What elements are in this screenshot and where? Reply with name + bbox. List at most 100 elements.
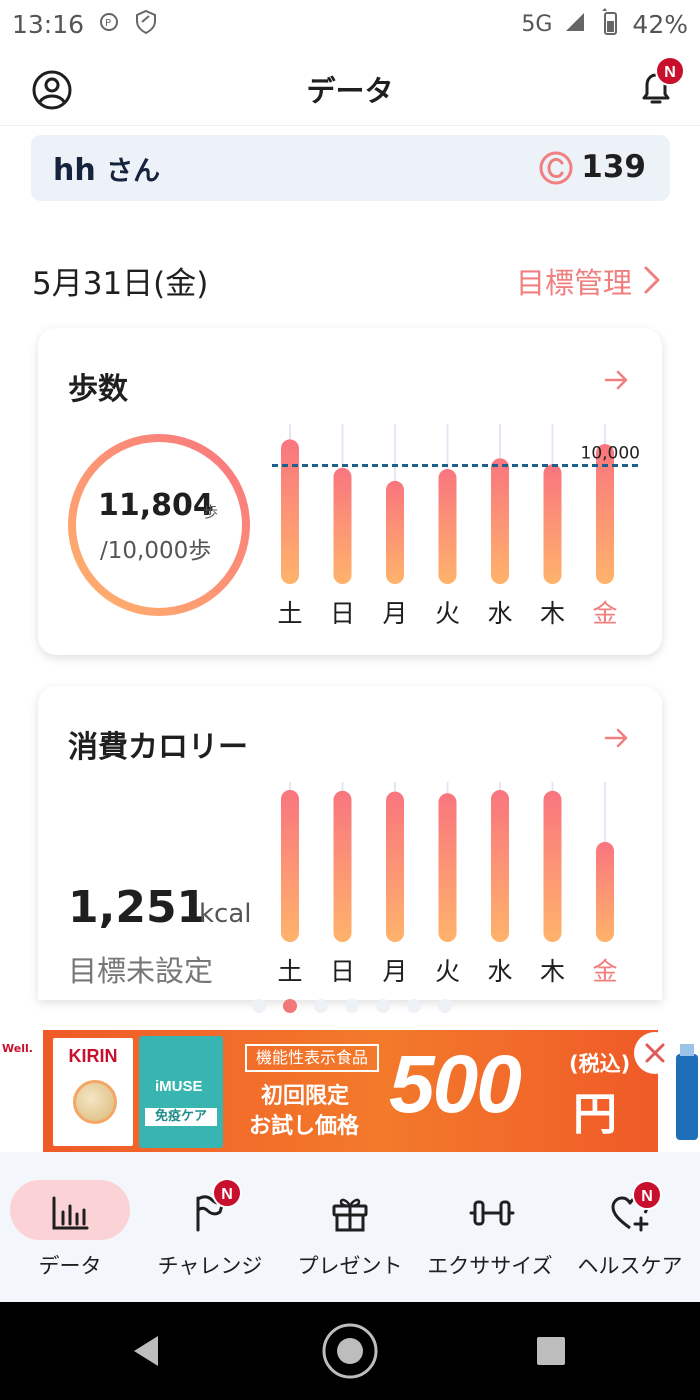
ad-currency: 円: [573, 1089, 617, 1140]
battery-icon: [598, 8, 620, 40]
calories-day-label: 日: [330, 957, 355, 986]
goal-management-link[interactable]: 目標管理: [516, 260, 632, 302]
steps-bar: [491, 458, 509, 584]
svg-text:P: P: [105, 18, 111, 29]
steps-card[interactable]: 歩数 11,804 歩 /10,000歩 土日月火水木金 10,000: [38, 328, 662, 655]
ad-tag: 機能性表示食品: [245, 1044, 379, 1072]
steps-day-label: 水: [487, 599, 512, 628]
steps-goal: /10,000歩: [100, 538, 212, 564]
calories-bar: [333, 790, 352, 942]
calories-day-label: 金: [592, 957, 617, 986]
carousel-dot[interactable]: [314, 999, 328, 1013]
nav-label-healthcare: ヘルスケア: [577, 1254, 683, 1278]
calories-unit: kcal: [199, 899, 252, 929]
status-bar: 13:16 P 5G 42%: [0, 0, 700, 48]
nav-label-data: データ: [38, 1254, 102, 1278]
signal-icon: [564, 11, 586, 37]
ad-left-text: Well.: [2, 1042, 33, 1055]
calories-card-title: 消費カロリー: [68, 730, 248, 765]
nav-exercise[interactable]: エクササイズ: [420, 1172, 560, 1282]
nav-label-challenge: チャレンジ: [157, 1254, 263, 1278]
date-row: 5月31日(金) 目標管理: [32, 258, 672, 302]
nav-present[interactable]: プレゼント: [280, 1172, 420, 1282]
steps-day-label: 火: [435, 599, 460, 628]
steps-day-label: 木: [540, 599, 565, 628]
calories-day-label: 水: [487, 957, 512, 986]
calories-bar: [543, 790, 562, 942]
nav-data[interactable]: データ: [0, 1172, 140, 1282]
home-icon[interactable]: [320, 1321, 380, 1385]
app-header: データ: [0, 52, 700, 126]
calories-day-label: 土: [277, 957, 302, 986]
steps-progress-ring: [68, 434, 250, 616]
carousel-dot[interactable]: [407, 999, 421, 1013]
coin-icon: [538, 150, 574, 186]
calories-value: 1,251: [68, 882, 208, 933]
user-name-row: hh さん: [53, 149, 160, 188]
data-saver-icon: P: [96, 11, 122, 37]
gift-icon: [329, 1192, 371, 1234]
recents-icon[interactable]: [536, 1336, 566, 1370]
ad-banner[interactable]: Well. KIRIN iMUSE 免疫ケア 機能性表示食品 初回限定 お試し価…: [0, 1030, 700, 1152]
status-time: 13:16: [12, 9, 85, 39]
calories-bar: [386, 791, 404, 942]
carousel-dot[interactable]: [252, 999, 266, 1013]
calories-day-label: 月: [382, 957, 407, 986]
ad-tax: (税込): [569, 1052, 631, 1076]
network-type: 5G: [521, 11, 553, 37]
dumbbell-icon: [469, 1192, 515, 1234]
battery-percent: 42%: [632, 9, 688, 39]
ad-brand: KIRIN: [68, 1046, 118, 1066]
arrow-right-icon[interactable]: [604, 726, 630, 750]
steps-day-label: 土: [277, 599, 302, 628]
steps-value: 11,804: [98, 488, 214, 523]
bar-chart-icon: [49, 1192, 91, 1234]
steps-bar: [438, 469, 457, 584]
supplement-pill-icon: [73, 1080, 117, 1124]
shield-icon: [134, 9, 158, 39]
system-navigation-bar: [0, 1302, 700, 1400]
nav-challenge[interactable]: N チャレンジ: [140, 1172, 280, 1282]
carousel-dot[interactable]: [283, 999, 297, 1013]
arrow-right-icon[interactable]: [604, 368, 630, 392]
calories-bar: [491, 790, 509, 942]
calories-bar: [596, 841, 614, 942]
carousel-dot[interactable]: [345, 999, 359, 1013]
steps-bar: [281, 439, 299, 584]
nav-healthcare[interactable]: N ヘルスケア: [560, 1172, 700, 1282]
calories-card[interactable]: 消費カロリー 1,251 kcal 目標未設定 土日月火水木金: [38, 686, 662, 1000]
ad-close-button[interactable]: [634, 1032, 676, 1074]
carousel-dot[interactable]: [376, 999, 390, 1013]
close-icon: [645, 1043, 665, 1063]
calories-bar: [438, 793, 457, 942]
steps-goal-label: 10,000: [581, 443, 640, 463]
ad-product-name: iMUSE: [155, 1078, 203, 1095]
page-title: データ: [306, 74, 394, 108]
ad-product-image: iMUSE 免疫ケア: [139, 1036, 223, 1148]
ad-price: 500: [389, 1039, 522, 1130]
calories-day-label: 木: [540, 957, 565, 986]
steps-day-label: 日: [330, 599, 355, 628]
calories-goal-status: 目標未設定: [68, 954, 214, 988]
notification-badge: N: [655, 56, 685, 86]
ad-brand-box: KIRIN: [53, 1038, 133, 1146]
selected-date[interactable]: 5月31日(金): [32, 258, 208, 303]
nav-healthcare-badge: N: [632, 1180, 662, 1210]
ad-main[interactable]: KIRIN iMUSE 免疫ケア 機能性表示食品 初回限定 お試し価格 500 …: [43, 1030, 658, 1152]
carousel-dot[interactable]: [438, 999, 452, 1013]
ad-prev-slide: Well.: [0, 1030, 34, 1152]
steps-bar: [333, 467, 352, 584]
bottom-navigation: データ N チャレンジ プレゼント エクササイズ N ヘルスケア: [0, 1152, 700, 1302]
carousel-page-indicator[interactable]: [252, 999, 452, 1013]
steps-card-title: 歩数: [68, 372, 128, 407]
calories-bar: [281, 790, 299, 942]
steps-day-label: 月: [382, 599, 407, 628]
steps-unit: 歩: [203, 503, 219, 521]
steps-bar: [543, 464, 562, 584]
nav-challenge-badge: N: [212, 1178, 242, 1208]
chevron-right-icon[interactable]: [638, 262, 666, 298]
back-icon[interactable]: [130, 1334, 162, 1372]
ad-line2: お試し価格: [249, 1114, 360, 1139]
user-card: hh さん 139: [31, 135, 670, 201]
user-name-suffix: さん: [106, 156, 161, 187]
